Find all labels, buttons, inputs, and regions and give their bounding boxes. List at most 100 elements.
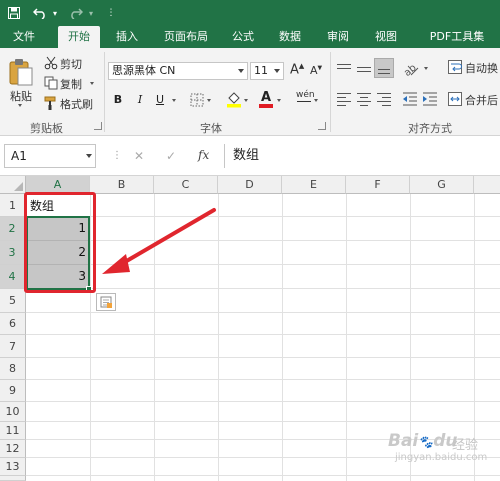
wrap-text-icon bbox=[448, 60, 462, 74]
align-middle-icon[interactable] bbox=[356, 62, 372, 76]
row-header-12[interactable]: 12 bbox=[0, 440, 26, 458]
undo-icon[interactable] bbox=[30, 0, 50, 26]
borders-dropdown-icon[interactable] bbox=[207, 99, 211, 102]
paste-dropdown-icon[interactable] bbox=[18, 104, 22, 107]
ribbon: 粘贴 剪切 复制 格式刷 剪贴板 思源黑体 CN 11 A▲ A▼ B I U … bbox=[0, 48, 500, 136]
row-header-partial[interactable] bbox=[0, 476, 26, 481]
row-header-2[interactable]: 2 bbox=[0, 217, 26, 241]
column-header-f[interactable]: F bbox=[346, 176, 410, 194]
tab-formulas[interactable]: 公式 bbox=[224, 26, 262, 48]
shrink-font-glyph: A bbox=[310, 64, 318, 77]
align-center-icon[interactable] bbox=[356, 92, 372, 106]
italic-button[interactable]: I bbox=[132, 92, 148, 108]
orientation-dropdown-icon[interactable] bbox=[424, 67, 428, 70]
save-icon[interactable] bbox=[4, 0, 24, 26]
row-header-8[interactable]: 8 bbox=[0, 358, 26, 380]
cancel-formula-button[interactable]: ✕ bbox=[134, 149, 144, 163]
decrease-indent-icon[interactable] bbox=[402, 92, 418, 106]
row-header-6[interactable]: 6 bbox=[0, 313, 26, 335]
row-header-13[interactable]: 13 bbox=[0, 458, 26, 476]
group-separator bbox=[104, 52, 105, 132]
fill-color-icon[interactable] bbox=[226, 90, 242, 108]
name-box[interactable]: A1 bbox=[4, 144, 96, 168]
font-size-value: 11 bbox=[254, 64, 268, 77]
underline-button[interactable]: U bbox=[152, 92, 168, 108]
format-painter-button[interactable]: 格式刷 bbox=[60, 96, 93, 112]
paste-icon[interactable] bbox=[8, 58, 34, 86]
align-left-icon[interactable] bbox=[336, 92, 352, 106]
row-header-3[interactable]: 3 bbox=[0, 241, 26, 265]
watermark-text: 经验 bbox=[452, 438, 479, 453]
column-header-partial[interactable] bbox=[474, 176, 500, 194]
row-header-5[interactable]: 5 bbox=[0, 289, 26, 313]
merge-cells-icon bbox=[448, 92, 462, 106]
column-header-g[interactable]: G bbox=[410, 176, 474, 194]
bold-button[interactable]: B bbox=[110, 92, 126, 108]
customize-qat-icon[interactable]: ⋮ bbox=[104, 0, 118, 26]
font-dialog-launcher-icon[interactable] bbox=[318, 122, 326, 130]
tab-view[interactable]: 视图 bbox=[366, 26, 406, 48]
align-right-icon[interactable] bbox=[376, 92, 392, 106]
grow-font-glyph: A bbox=[290, 62, 299, 78]
copy-button[interactable]: 复制 bbox=[60, 76, 82, 92]
title-bar: ▾ ▾ ⋮ bbox=[0, 0, 500, 26]
select-all-triangle-icon bbox=[14, 182, 23, 191]
watermark-brand: Bai🐾du bbox=[388, 431, 458, 451]
paste-button[interactable]: 粘贴 bbox=[10, 88, 32, 104]
font-color-icon[interactable]: A bbox=[258, 90, 274, 108]
column-header-c[interactable]: C bbox=[154, 176, 218, 194]
font-name-value: 思源黑体 CN bbox=[112, 64, 176, 77]
increase-indent-icon[interactable] bbox=[422, 92, 438, 106]
phonetic-guide-button[interactable]: wén bbox=[296, 90, 315, 100]
tab-file[interactable]: 文件 bbox=[4, 26, 44, 48]
row-header-9[interactable]: 9 bbox=[0, 380, 26, 402]
grid-line bbox=[26, 379, 500, 380]
column-header-b[interactable]: B bbox=[90, 176, 154, 194]
merge-cells-button[interactable]: 合并后 bbox=[465, 92, 498, 108]
grid-line bbox=[26, 357, 500, 358]
underline-dropdown-icon[interactable] bbox=[172, 99, 176, 102]
row-header-1[interactable]: 1 bbox=[0, 194, 26, 217]
tab-data[interactable]: 数据 bbox=[270, 26, 310, 48]
font-name-select[interactable]: 思源黑体 CN bbox=[108, 62, 248, 80]
tab-pdf-tools[interactable]: PDF工具集 bbox=[414, 26, 500, 48]
font-color-dropdown-icon[interactable] bbox=[277, 99, 281, 102]
shrink-font-button[interactable]: A▼ bbox=[310, 64, 322, 77]
quick-analysis-button[interactable] bbox=[96, 293, 116, 311]
copy-dropdown-icon[interactable] bbox=[90, 82, 94, 85]
align-top-icon[interactable] bbox=[336, 62, 352, 76]
formula-bar-handle-icon: ⋮ bbox=[112, 148, 122, 164]
tab-review[interactable]: 审阅 bbox=[318, 26, 358, 48]
align-bottom-icon[interactable] bbox=[374, 58, 394, 78]
clipboard-dialog-launcher-icon[interactable] bbox=[94, 122, 102, 130]
select-all-button[interactable] bbox=[0, 176, 26, 194]
undo-dropdown-icon[interactable]: ▾ bbox=[50, 0, 60, 26]
enter-formula-button[interactable]: ✓ bbox=[166, 149, 176, 163]
scissors-icon bbox=[44, 56, 58, 70]
watermark-url: jingyan.baidu.com bbox=[395, 452, 488, 463]
grow-font-button[interactable]: A▲ bbox=[290, 62, 304, 77]
font-size-select[interactable]: 11 bbox=[250, 62, 284, 80]
column-header-e[interactable]: E bbox=[282, 176, 346, 194]
cut-button[interactable]: 剪切 bbox=[60, 56, 82, 72]
borders-icon[interactable] bbox=[190, 93, 204, 107]
formula-input[interactable]: 数组 bbox=[224, 144, 500, 168]
grid-line bbox=[26, 475, 500, 476]
ribbon-tabs: 文件 开始 插入 页面布局 公式 数据 审阅 视图 PDF工具集 bbox=[0, 26, 500, 48]
row-header-11[interactable]: 11 bbox=[0, 422, 26, 440]
fill-color-dropdown-icon[interactable] bbox=[244, 99, 248, 102]
tab-insert[interactable]: 插入 bbox=[108, 26, 146, 48]
tab-page-layout[interactable]: 页面布局 bbox=[156, 26, 216, 48]
insert-function-button[interactable]: fx bbox=[198, 148, 209, 162]
phonetic-dropdown-icon[interactable] bbox=[314, 99, 318, 102]
row-header-4[interactable]: 4 bbox=[0, 265, 26, 289]
tab-home[interactable]: 开始 bbox=[58, 26, 100, 48]
redo-dropdown-icon[interactable]: ▾ bbox=[86, 0, 96, 26]
wrap-text-button[interactable]: 自动换 bbox=[465, 60, 498, 76]
redo-icon[interactable] bbox=[66, 0, 86, 26]
column-header-d[interactable]: D bbox=[218, 176, 282, 194]
row-header-10[interactable]: 10 bbox=[0, 402, 26, 422]
row-header-7[interactable]: 7 bbox=[0, 335, 26, 358]
clipboard-group-label: 剪贴板 bbox=[30, 122, 63, 135]
orientation-icon[interactable]: ab bbox=[402, 60, 420, 78]
